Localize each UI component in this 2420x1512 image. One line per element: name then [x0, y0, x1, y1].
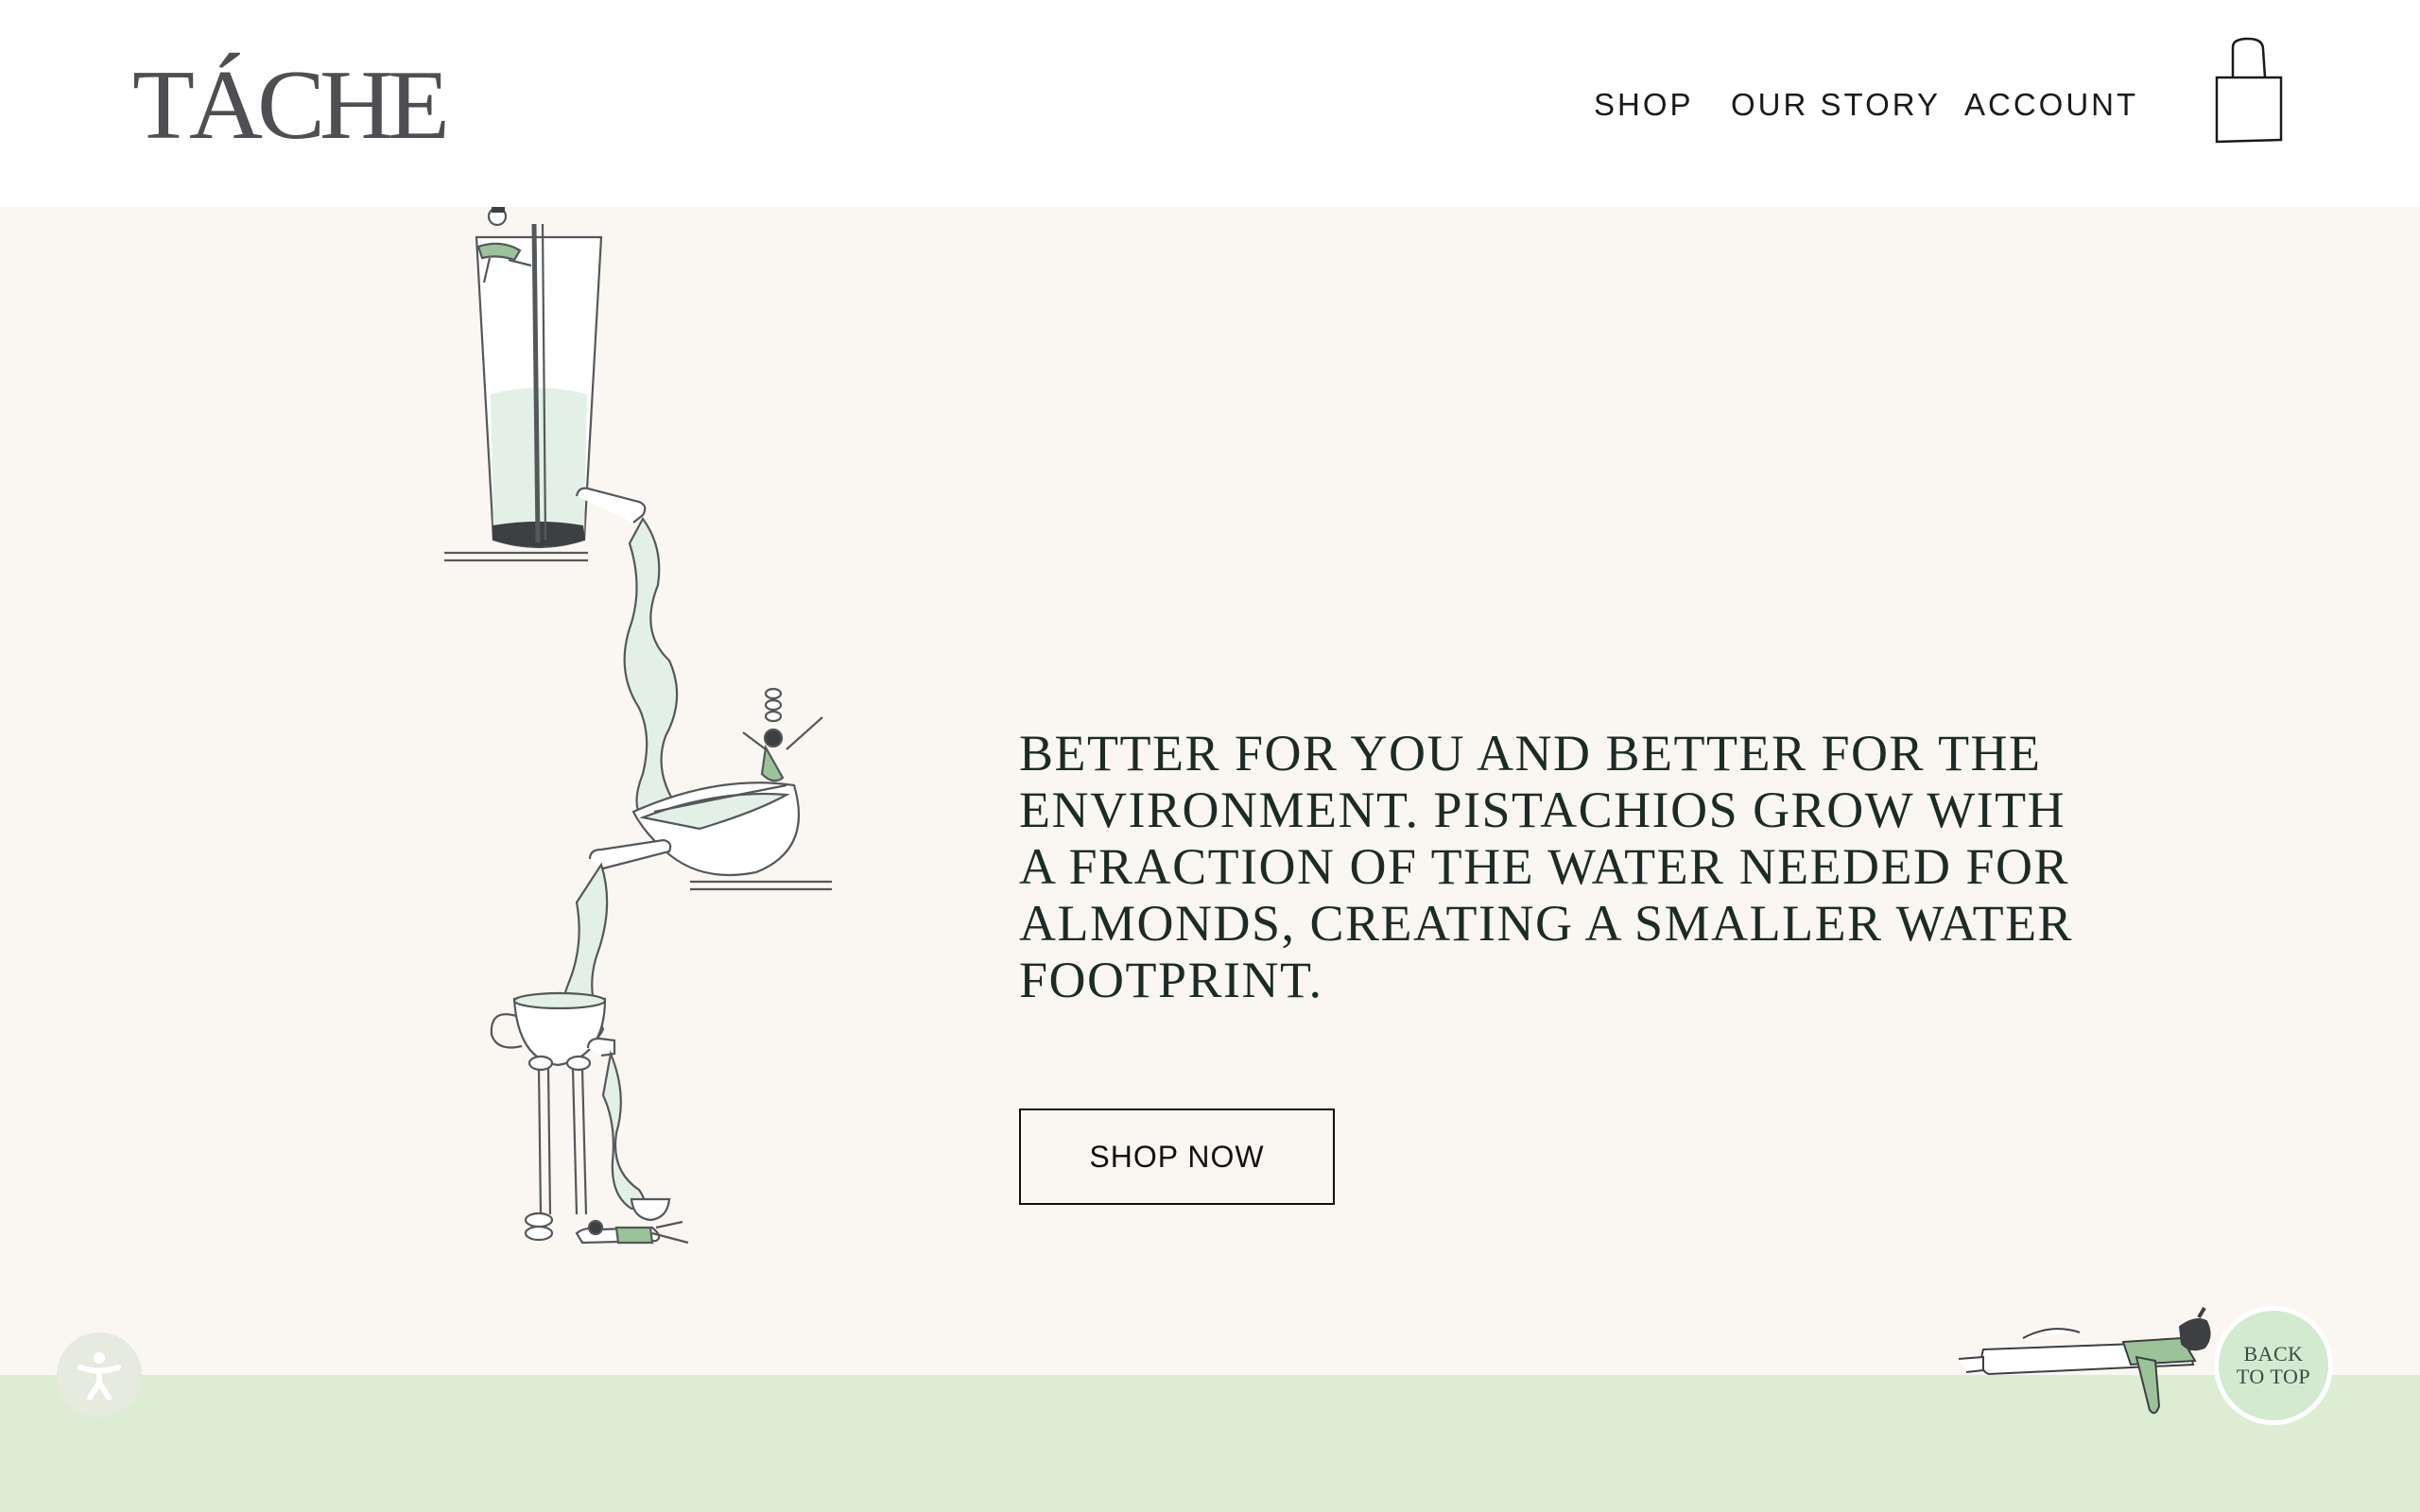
back-to-top-label: BACK TO TOP [2236, 1342, 2311, 1388]
nav-account-link[interactable]: ACCOUNT [1964, 87, 2138, 123]
reclining-figure-illustration [1958, 1306, 2211, 1415]
back-to-top-button[interactable]: BACK TO TOP [2214, 1306, 2333, 1425]
nav-shop-link[interactable]: SHOP [1594, 87, 1694, 123]
pouring-milk-illustration [444, 207, 832, 1245]
site-header: TÁCHE SHOP OUR STORY ACCOUNT [0, 0, 2420, 207]
cart-button[interactable] [2212, 36, 2288, 150]
brand-logo[interactable]: TÁCHE [132, 56, 450, 156]
shop-now-button[interactable]: SHOP NOW [1019, 1108, 1335, 1205]
accessibility-icon [78, 1352, 121, 1400]
accessibility-button[interactable] [57, 1332, 142, 1418]
hero-headline: BETTER FOR YOU AND BETTER FOR THE ENVIRO… [1019, 725, 2074, 1008]
hero-section: BETTER FOR YOU AND BETTER FOR THE ENVIRO… [0, 207, 2420, 1375]
nav-our-story-link[interactable]: OUR STORY [1731, 87, 1941, 123]
shopping-bag-icon [2215, 37, 2283, 144]
